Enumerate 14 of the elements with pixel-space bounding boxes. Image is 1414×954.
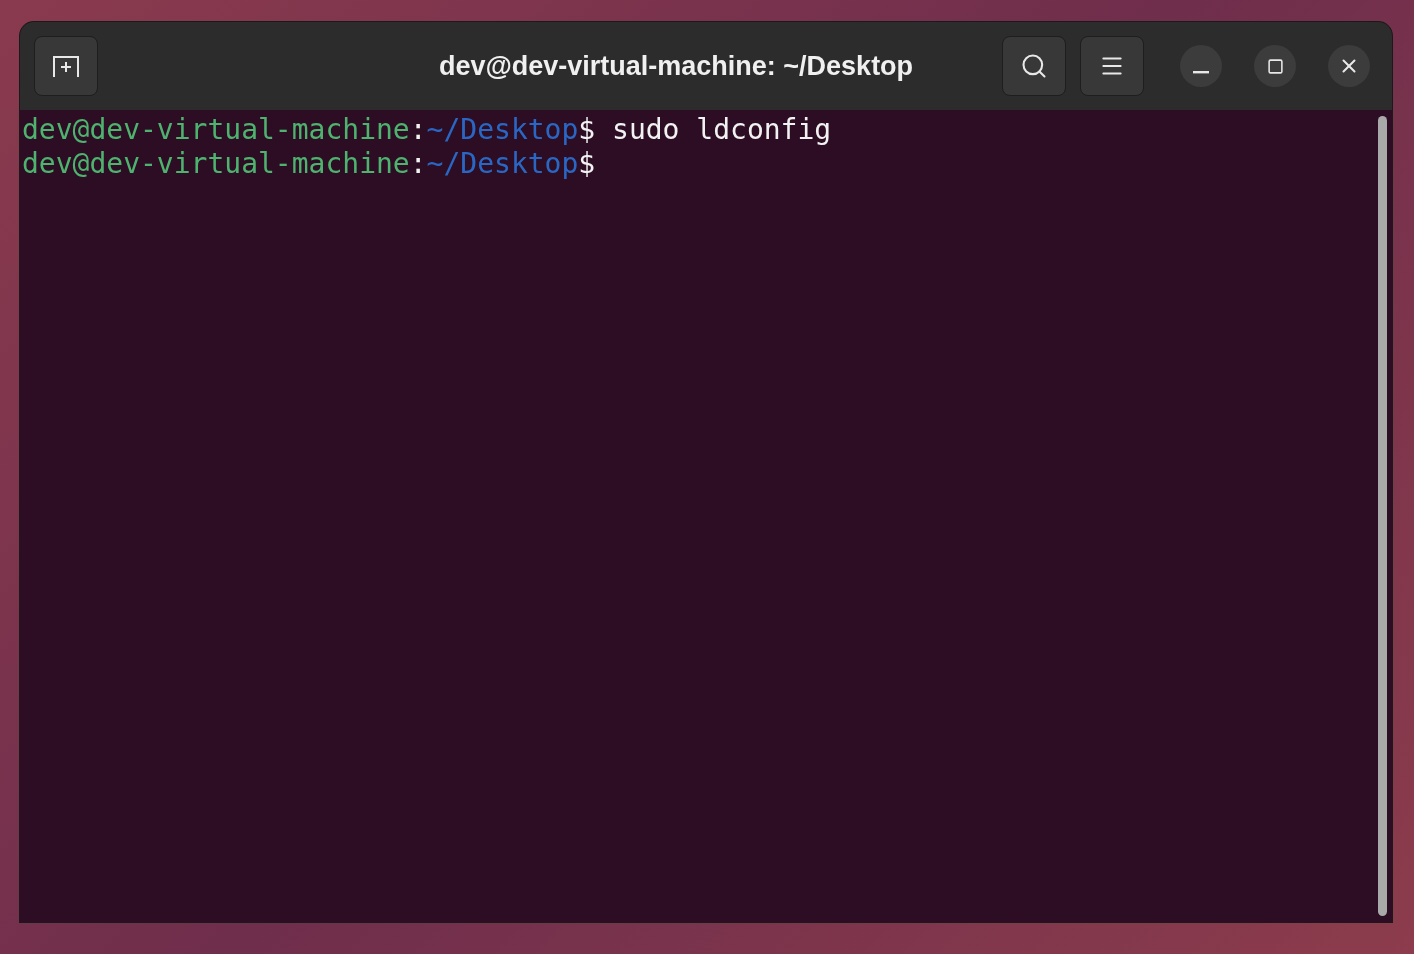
minimize-button[interactable] bbox=[1180, 45, 1222, 87]
maximize-icon bbox=[1266, 57, 1284, 75]
terminal-line: dev@dev-virtual-machine:~/Desktop$ sudo ldconfig bbox=[22, 113, 832, 147]
scrollbar[interactable] bbox=[1377, 116, 1387, 916]
new-tab-icon bbox=[52, 54, 80, 78]
maximize-button[interactable] bbox=[1254, 45, 1296, 87]
window-title: dev@dev-virtual-machine: ~/Desktop bbox=[438, 49, 914, 83]
new-tab-button[interactable] bbox=[34, 36, 98, 96]
search-icon bbox=[1020, 52, 1048, 80]
menu-button[interactable] bbox=[1080, 36, 1144, 96]
search-button[interactable] bbox=[1002, 36, 1066, 96]
close-button[interactable] bbox=[1328, 45, 1370, 87]
minimize-icon bbox=[1193, 70, 1209, 74]
terminal-line: dev@dev-virtual-machine:~/Desktop$ bbox=[22, 147, 596, 181]
